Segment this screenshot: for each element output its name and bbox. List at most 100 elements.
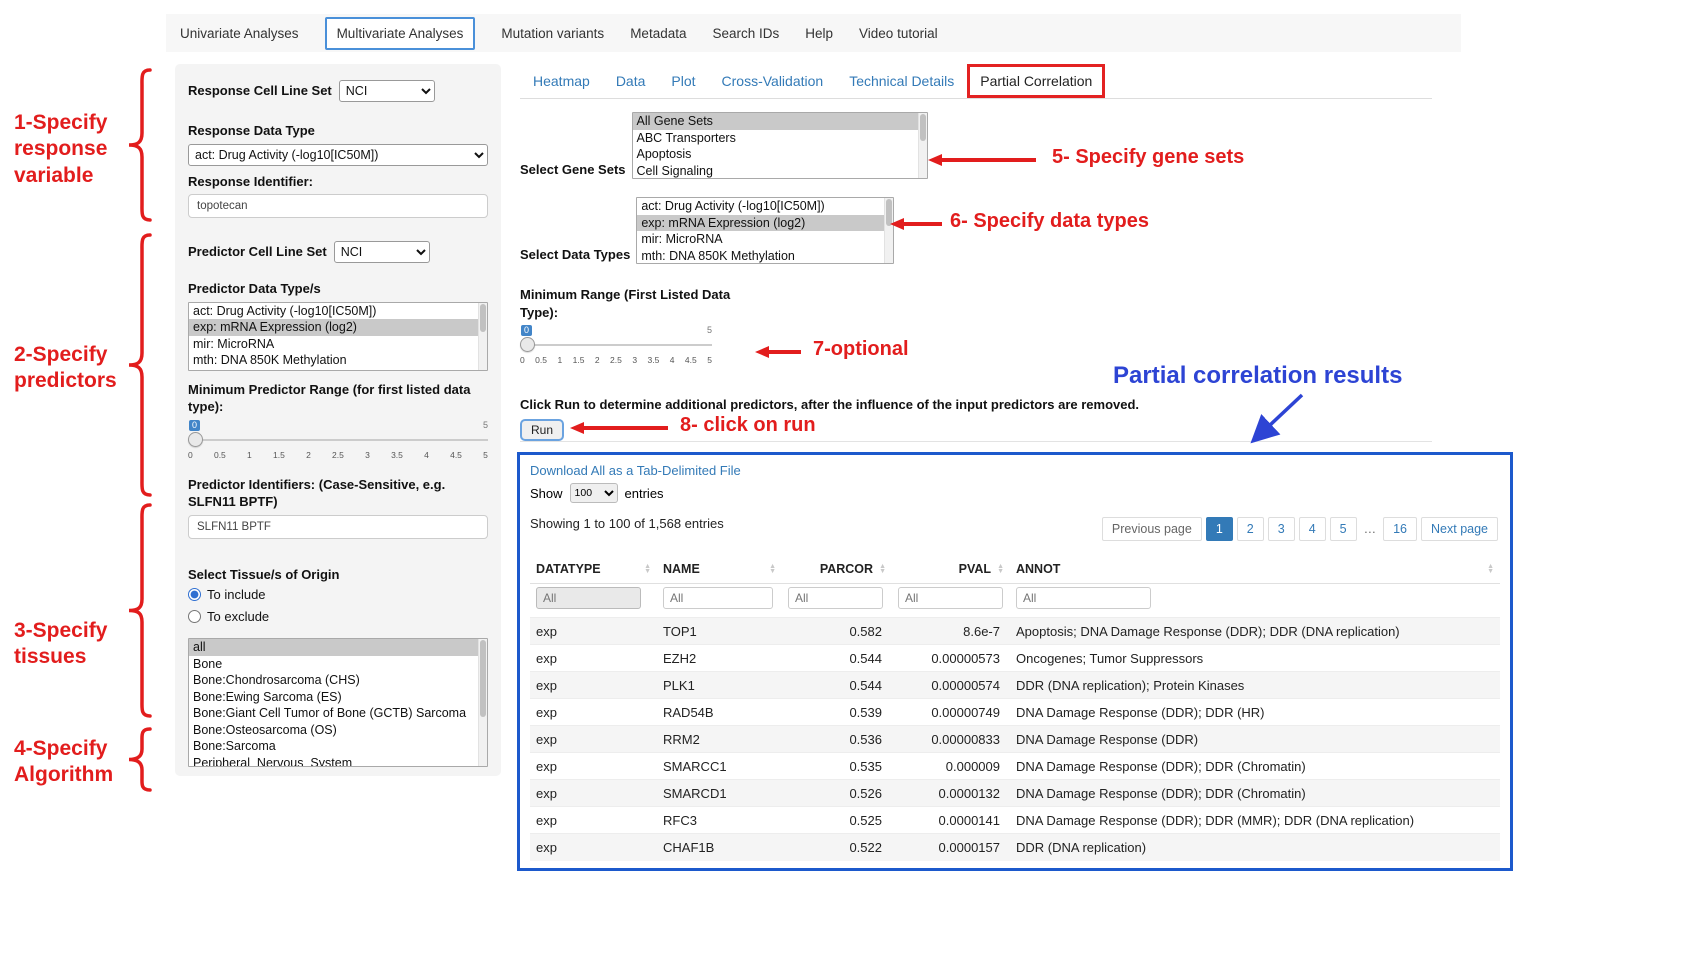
list-item[interactable]: Peripheral_Nervous_System [189,755,487,768]
tick-label: 2 [306,450,311,460]
page-button-16[interactable]: 16 [1383,517,1417,541]
table-row[interactable]: exp SMARCD1 0.526 0.0000132 DNA Damage R… [530,780,1500,807]
nav-multivariate-analyses[interactable]: Multivariate Analyses [325,17,476,50]
annotation-results: Partial correlation results [1113,362,1402,390]
list-item[interactable]: Bone:Giant Cell Tumor of Bone (GCTB) Sar… [189,705,487,722]
response-cell-line-set-select[interactable]: NCI [339,80,435,102]
next-page-button[interactable]: Next page [1421,517,1498,541]
tab-technical-details[interactable]: Technical Details [836,64,967,98]
list-item[interactable]: Bone:Sarcoma [189,738,487,755]
tab-plot[interactable]: Plot [658,64,708,98]
gene-sets-listbox[interactable]: All Gene Sets ABC Transporters Apoptosis… [632,112,928,179]
column-header-annot[interactable]: ANNOT▲▼ [1010,555,1500,584]
page-button-1[interactable]: 1 [1206,517,1233,541]
nav-search-ids[interactable]: Search IDs [712,26,779,41]
slider-track[interactable] [188,439,488,441]
nav-help[interactable]: Help [805,26,833,41]
download-link[interactable]: Download All as a Tab-Delimited File [530,463,1500,478]
table-row[interactable]: exp RRM2 0.536 0.00000833 DNA Damage Res… [530,726,1500,753]
cell-annot: DNA Damage Response (DDR) [1010,726,1500,753]
cell-parcor: 0.539 [782,699,892,726]
tab-heatmap[interactable]: Heatmap [520,64,603,98]
list-item[interactable]: Cell Signaling [633,163,927,180]
scrollbar[interactable] [918,113,927,178]
response-data-type-select[interactable]: act: Drug Activity (-log10[IC50M]) [188,144,488,166]
table-row[interactable]: exp TOP1 0.582 8.6e-7 Apoptosis; DNA Dam… [530,618,1500,645]
sort-icon: ▲▼ [997,564,1004,575]
list-item[interactable]: Apoptosis [633,146,927,163]
cell-annot: Apoptosis; DNA Damage Response (DDR); DD… [1010,618,1500,645]
nav-video-tutorial[interactable]: Video tutorial [859,26,938,41]
list-item-selected[interactable]: exp: mRNA Expression (log2) [189,319,487,336]
tab-partial-correlation[interactable]: Partial Correlation [967,64,1105,98]
table-row[interactable]: exp PLK1 0.544 0.00000574 DDR (DNA repli… [530,672,1500,699]
nav-mutation-variants[interactable]: Mutation variants [501,26,604,41]
page-button-5[interactable]: 5 [1330,517,1357,541]
tab-cross-validation[interactable]: Cross-Validation [709,64,837,98]
nav-univariate-analyses[interactable]: Univariate Analyses [180,26,299,41]
slider-handle[interactable] [520,337,535,352]
response-cell-line-set-label: Response Cell Line Set [188,82,332,100]
min-range-slider[interactable]: 0 5 0 0.5 1 1.5 2 2.5 3 3.5 4 4.5 5 [520,325,712,369]
slider-handle[interactable] [188,432,203,447]
scrollbar-thumb[interactable] [480,640,486,716]
filter-parcor-input[interactable] [788,587,883,609]
tissue-exclude-radio[interactable] [188,610,201,623]
min-predictor-range-slider[interactable]: 0 5 0 0.5 1 1.5 2 2.5 3 3.5 4 4.5 5 [188,420,488,464]
list-item[interactable]: mir: MicroRNA [637,231,893,248]
list-item[interactable]: ABC Transporters [633,130,927,147]
list-item[interactable]: Bone:Chondrosarcoma (CHS) [189,672,487,689]
cell-pval: 0.00000833 [892,726,1010,753]
table-row[interactable]: exp RAD54B 0.539 0.00000749 DNA Damage R… [530,699,1500,726]
scrollbar-thumb[interactable] [480,304,486,332]
table-row[interactable]: exp SMARCC1 0.535 0.000009 DNA Damage Re… [530,753,1500,780]
cell-parcor: 0.526 [782,780,892,807]
tissue-listbox[interactable]: all Bone Bone:Chondrosarcoma (CHS) Bone:… [188,638,488,767]
page-button-2[interactable]: 2 [1237,517,1264,541]
top-nav: Univariate Analyses Multivariate Analyse… [166,14,1461,52]
response-identifier-input[interactable] [188,194,488,218]
tab-data[interactable]: Data [603,64,659,98]
column-header-name[interactable]: NAME▲▼ [657,555,782,584]
list-item-selected[interactable]: all [189,639,487,656]
list-item[interactable]: act: Drug Activity (-log10[IC50M]) [637,198,893,215]
list-item[interactable]: Bone:Osteosarcoma (OS) [189,722,487,739]
scrollbar[interactable] [478,639,487,766]
list-item[interactable]: act: Drug Activity (-log10[IC50M]) [189,303,487,320]
table-row[interactable]: exp EZH2 0.544 0.00000573 Oncogenes; Tum… [530,645,1500,672]
list-item[interactable]: Bone [189,656,487,673]
list-item[interactable]: Bone:Ewing Sarcoma (ES) [189,689,487,706]
list-item[interactable]: mth: DNA 850K Methylation [637,248,893,265]
page-button-3[interactable]: 3 [1268,517,1295,541]
table-row[interactable]: exp CHAF1B 0.522 0.0000157 DDR (DNA repl… [530,834,1500,861]
show-entries-select[interactable]: 100 [570,483,618,503]
sort-icon: ▲▼ [1487,564,1494,575]
data-types-listbox[interactable]: act: Drug Activity (-log10[IC50M]) exp: … [636,197,894,264]
filter-pval-input[interactable] [898,587,1003,609]
page-button-4[interactable]: 4 [1299,517,1326,541]
column-header-datatype[interactable]: DATATYPE▲▼ [530,555,657,584]
predictor-cell-line-set-select[interactable]: NCI [334,241,430,263]
predictor-data-types-listbox[interactable]: act: Drug Activity (-log10[IC50M]) exp: … [188,302,488,371]
filter-datatype-input[interactable] [536,587,641,609]
table-row[interactable]: exp RFC3 0.525 0.0000141 DNA Damage Resp… [530,807,1500,834]
red-arrow-icon [928,153,1036,167]
list-item[interactable]: mir: MicroRNA [189,336,487,353]
predictor-identifiers-input[interactable] [188,515,488,539]
tissue-include-radio[interactable] [188,588,201,601]
scrollbar[interactable] [478,303,487,370]
column-header-parcor[interactable]: PARCOR▲▼ [782,555,892,584]
run-button[interactable]: Run [520,419,564,441]
column-header-pval[interactable]: PVAL▲▼ [892,555,1010,584]
previous-page-button[interactable]: Previous page [1102,517,1202,541]
tick-label: 1 [557,355,562,365]
filter-name-input[interactable] [663,587,773,609]
data-types-label: Select Data Types [520,247,630,264]
nav-metadata[interactable]: Metadata [630,26,686,41]
scrollbar-thumb[interactable] [920,114,926,141]
list-item-selected[interactable]: exp: mRNA Expression (log2) [637,215,893,232]
list-item[interactable]: mth: DNA 850K Methylation [189,352,487,369]
list-item-selected[interactable]: All Gene Sets [633,113,927,130]
slider-track[interactable] [520,344,712,346]
filter-annot-input[interactable] [1016,587,1151,609]
